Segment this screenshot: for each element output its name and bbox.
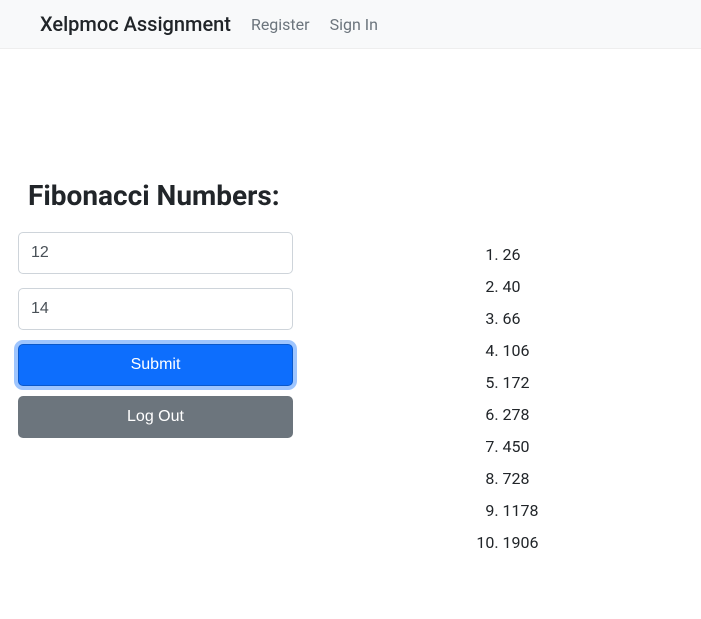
input-first-number[interactable] — [18, 232, 293, 274]
result-item: 40 — [503, 271, 539, 303]
submit-button[interactable]: Submit — [18, 344, 293, 386]
navbar: Xelpmoc Assignment Register Sign In — [0, 0, 701, 49]
navbar-brand[interactable]: Xelpmoc Assignment — [40, 12, 231, 36]
result-item: 26 — [503, 239, 539, 271]
results-column: 26 40 66 106 172 278 450 728 1178 1906 — [340, 179, 701, 559]
result-item: 106 — [503, 335, 539, 367]
input-second-number[interactable] — [18, 288, 293, 330]
result-item: 66 — [503, 303, 539, 335]
main-container: Fibonacci Numbers: Submit Log Out 26 40 … — [0, 49, 701, 559]
nav-link-register[interactable]: Register — [251, 15, 310, 34]
page-heading: Fibonacci Numbers: — [18, 179, 300, 212]
result-item: 1178 — [503, 495, 539, 527]
result-item: 728 — [503, 463, 539, 495]
result-item: 1906 — [503, 527, 539, 559]
result-item: 278 — [503, 399, 539, 431]
result-item: 450 — [503, 431, 539, 463]
results-list: 26 40 66 106 172 278 450 728 1178 1906 — [503, 239, 539, 559]
form-column: Fibonacci Numbers: Submit Log Out — [0, 179, 300, 559]
logout-button[interactable]: Log Out — [18, 396, 293, 438]
result-item: 172 — [503, 367, 539, 399]
nav-link-signin[interactable]: Sign In — [330, 15, 378, 34]
